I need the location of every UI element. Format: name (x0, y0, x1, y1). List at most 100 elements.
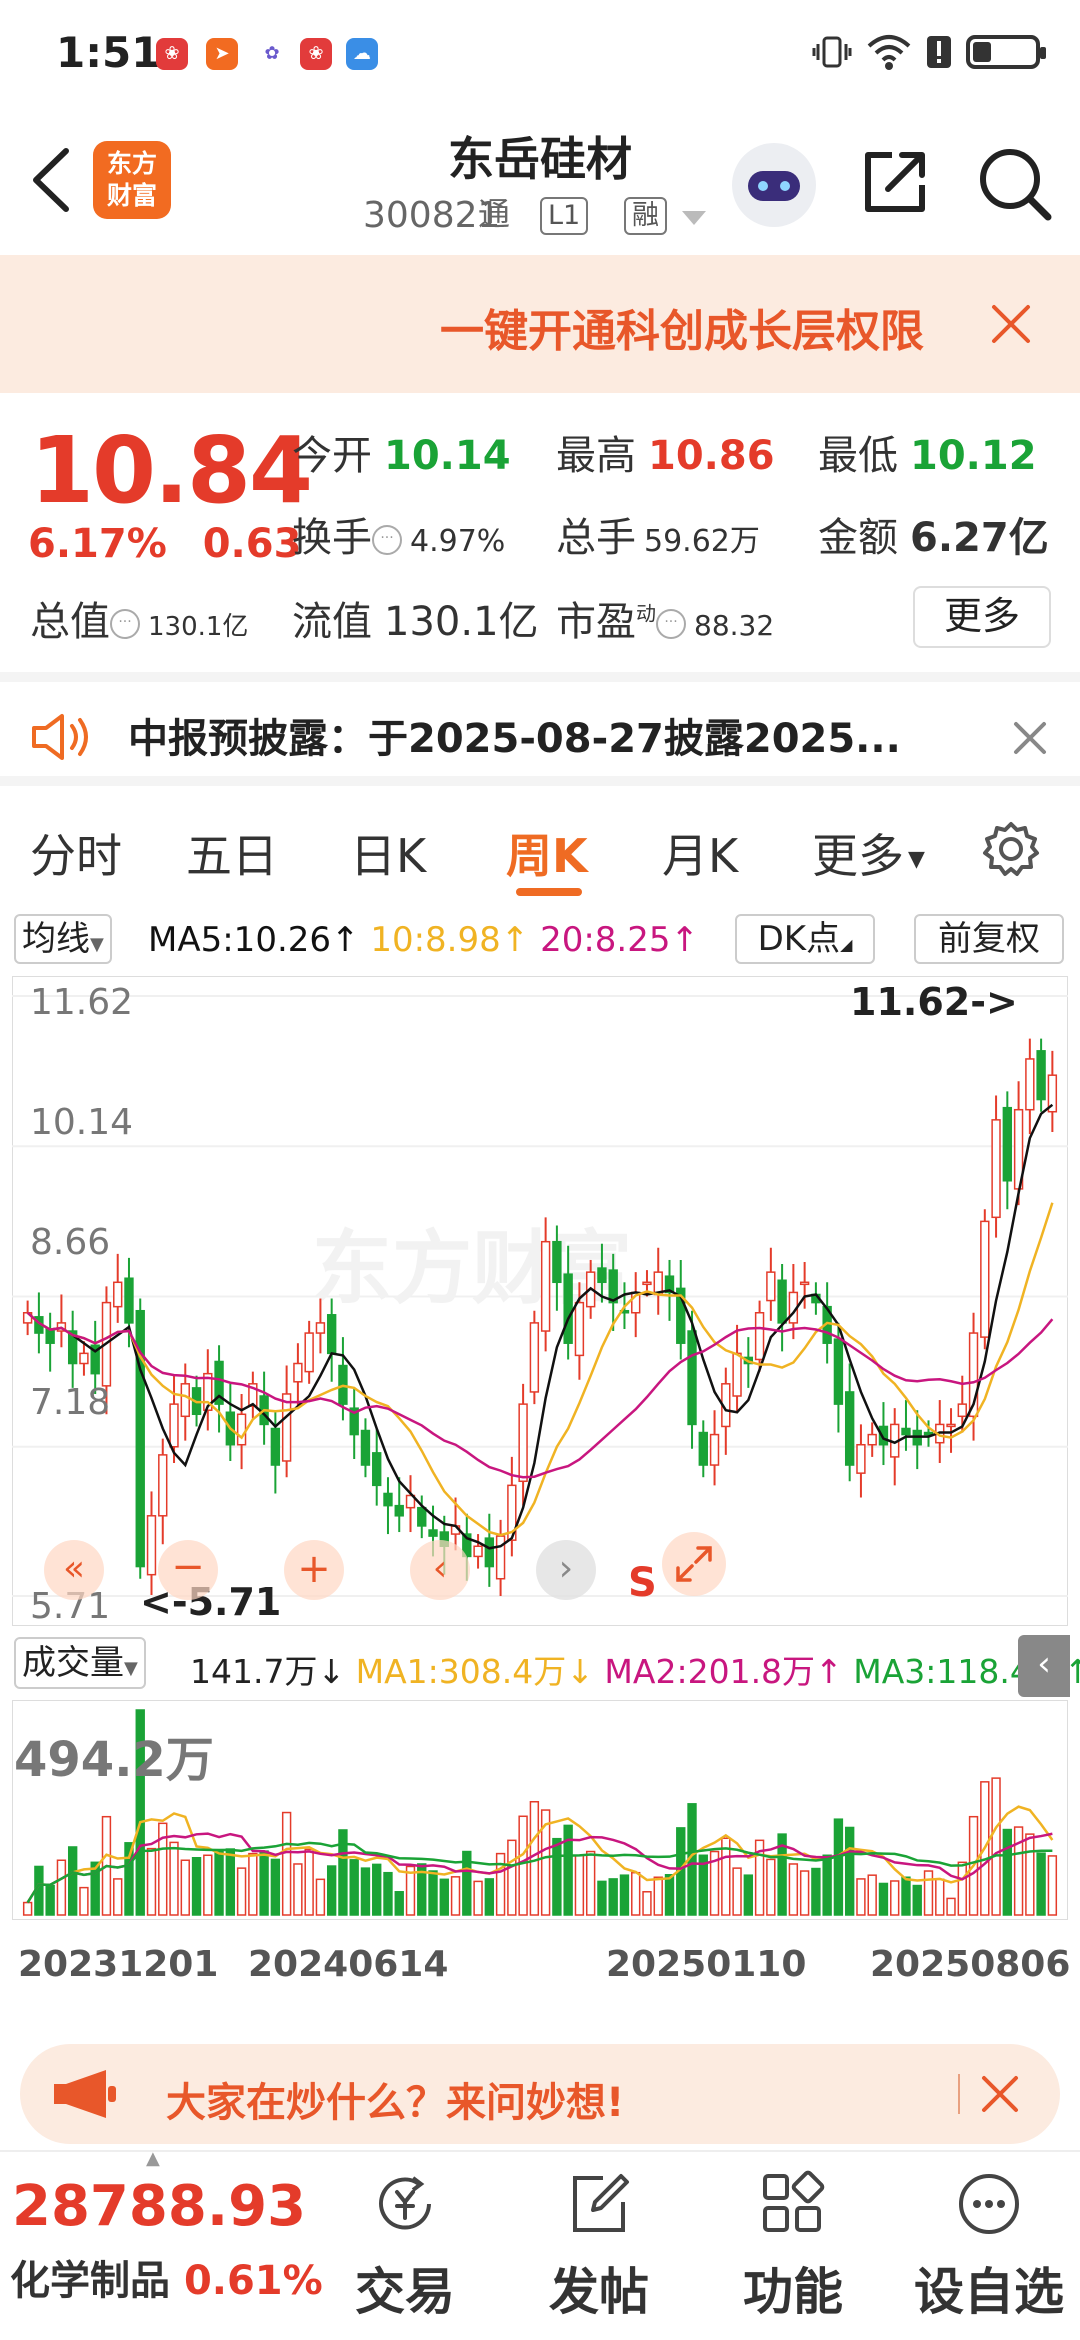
tab-more[interactable]: 更多 ▼ (812, 820, 925, 886)
nav-add-watchlist[interactable]: 设自选 (904, 2160, 1074, 2330)
float-value: 130.1亿 (384, 599, 539, 645)
fullscreen-button[interactable] (662, 1532, 726, 1596)
last-price: 10.84 (30, 417, 313, 524)
volume-bar (349, 1859, 359, 1916)
candle-body (552, 1240, 562, 1284)
step-back-button[interactable]: ‹ (410, 1540, 470, 1600)
candle-body (980, 1220, 990, 1338)
notification-app-icon: ❀ (300, 38, 332, 70)
bottom-bar: ▲ 28788.93 化学制品 0.61% 交易 发帖 功能 设自选 (0, 2148, 1080, 2340)
pe-stat[interactable]: 市盈动 ··· 88.32 (556, 589, 774, 647)
search-icon[interactable] (974, 143, 1054, 223)
volume-bar (890, 1880, 900, 1916)
candle-body (281, 1393, 292, 1462)
volume-bar (203, 1854, 213, 1916)
turnover-stat[interactable]: 换手 ··· 4.97% (292, 505, 505, 563)
gear-icon[interactable] (982, 820, 1040, 878)
candle-body (113, 1281, 123, 1308)
candle-body (563, 1273, 573, 1344)
adjust-button[interactable]: 前复权 (914, 914, 1064, 964)
quote-panel: 10.84 6.17% 0.63 今开 10.14 最高 10.86 最低 10.12… (0, 393, 1080, 665)
close-icon[interactable] (978, 2072, 1022, 2116)
candle-body (315, 1322, 326, 1334)
more-quote-button[interactable]: 更多 (913, 586, 1051, 648)
volume-bar (822, 1854, 832, 1916)
tab-five-day[interactable]: 五日 (186, 820, 278, 886)
index-name: 化学制品 0.61% (10, 2248, 323, 2306)
brand-logo[interactable]: 东方 财富 (93, 141, 171, 219)
notice-bar[interactable]: 中报预披露：于2025-08-27披露2025... (0, 672, 1080, 786)
status-icons (812, 30, 1046, 74)
volume-bar (315, 1878, 326, 1916)
tab-daily-k[interactable]: 日K (350, 820, 426, 886)
nav-post[interactable]: 发帖 (524, 2160, 674, 2330)
info-dots-icon[interactable]: ··· (110, 609, 140, 639)
high-value: 10.86 (648, 433, 775, 479)
chevron-down-icon[interactable] (680, 209, 708, 229)
candle-body (473, 1545, 483, 1558)
volume-bar (191, 1857, 202, 1916)
candle-body (867, 1433, 877, 1446)
volume-bar (935, 1878, 945, 1916)
back-icon[interactable] (26, 145, 80, 215)
candle-body (754, 1312, 765, 1361)
share-icon[interactable] (858, 145, 932, 219)
candle-body (687, 1330, 697, 1426)
fast-backward-button[interactable]: « (44, 1540, 104, 1600)
robot-assistant-icon[interactable] (732, 143, 816, 227)
nav-functions[interactable]: 功能 (718, 2160, 868, 2330)
mktcap-value: 130.1亿 (148, 612, 249, 642)
tab-intraday[interactable]: 分时 (30, 820, 122, 886)
promo-banner[interactable]: 一键开通科创成长层权限 (0, 255, 1080, 393)
active-tab-indicator (516, 888, 582, 896)
zoom-in-button[interactable]: + (284, 1540, 344, 1600)
caret-down-icon: ▼ (124, 1658, 138, 1679)
candle-body (79, 1352, 89, 1365)
trade-icon (379, 2176, 431, 2230)
amount-label: 金额 (818, 515, 898, 561)
divider (958, 2074, 960, 2114)
volume-value: 141.7万↓ (190, 1652, 346, 1691)
y-tick-label: 11.62 (30, 982, 134, 1023)
step-forward-button[interactable]: › (536, 1540, 596, 1600)
candle-body (293, 1362, 303, 1383)
volume-bar (991, 1777, 1001, 1916)
candle-body (1025, 1058, 1035, 1111)
candle-body (833, 1338, 844, 1405)
volume-bar (225, 1848, 236, 1916)
tab-weekly-k[interactable]: 周K (506, 820, 588, 886)
candle-body (540, 1240, 551, 1332)
collapse-side-button[interactable]: ‹ (1018, 1635, 1070, 1697)
turnover-label: 换手 (292, 515, 372, 561)
ask-banner[interactable]: 大家在炒什么？来问妙想! (20, 2044, 1060, 2144)
volume-bar (67, 1846, 78, 1916)
close-icon[interactable] (988, 301, 1034, 347)
stock-name: 东岳硅材 (448, 132, 632, 186)
nav-trade[interactable]: 交易 (330, 2160, 480, 2330)
indicator-select[interactable]: 均线▼ (14, 914, 112, 964)
wifi-icon (867, 35, 911, 70)
candle-body (574, 1301, 585, 1357)
info-dots-icon[interactable]: ··· (656, 609, 686, 639)
sell-signal-marker[interactable]: S (628, 1560, 657, 1606)
volume-select[interactable]: 成交量▼ (14, 1637, 146, 1689)
ma5-value: MA5:10.26↑ (148, 920, 360, 960)
nav-label: 发帖 (549, 2263, 649, 2321)
close-icon[interactable] (1010, 718, 1050, 758)
info-dots-icon[interactable]: ··· (372, 525, 402, 555)
candle-body (709, 1433, 720, 1466)
kline-chart[interactable]: 东方财富 11.62 10.14 8.66 7.18 5.71 11.62-> … (12, 976, 1068, 1627)
y-tick-label: 7.18 (30, 1382, 111, 1423)
volume-chart[interactable]: 494.2万 (12, 1700, 1068, 1920)
open-label: 今开 (292, 433, 372, 479)
volume-bar (833, 1818, 844, 1916)
dk-point-button[interactable]: DK点◢ (735, 914, 875, 964)
high-label: 最高 (556, 433, 636, 479)
zoom-out-button[interactable]: − (158, 1540, 218, 1600)
volume-bar (529, 1801, 540, 1916)
volume-bar (236, 1867, 247, 1916)
tab-monthly-k[interactable]: 月K (662, 820, 738, 886)
open-value: 10.14 (384, 433, 511, 479)
mktcap-stat[interactable]: 总值 ··· 130.1亿 (30, 589, 248, 647)
ma20-value: 20:8.25↑ (540, 920, 699, 960)
